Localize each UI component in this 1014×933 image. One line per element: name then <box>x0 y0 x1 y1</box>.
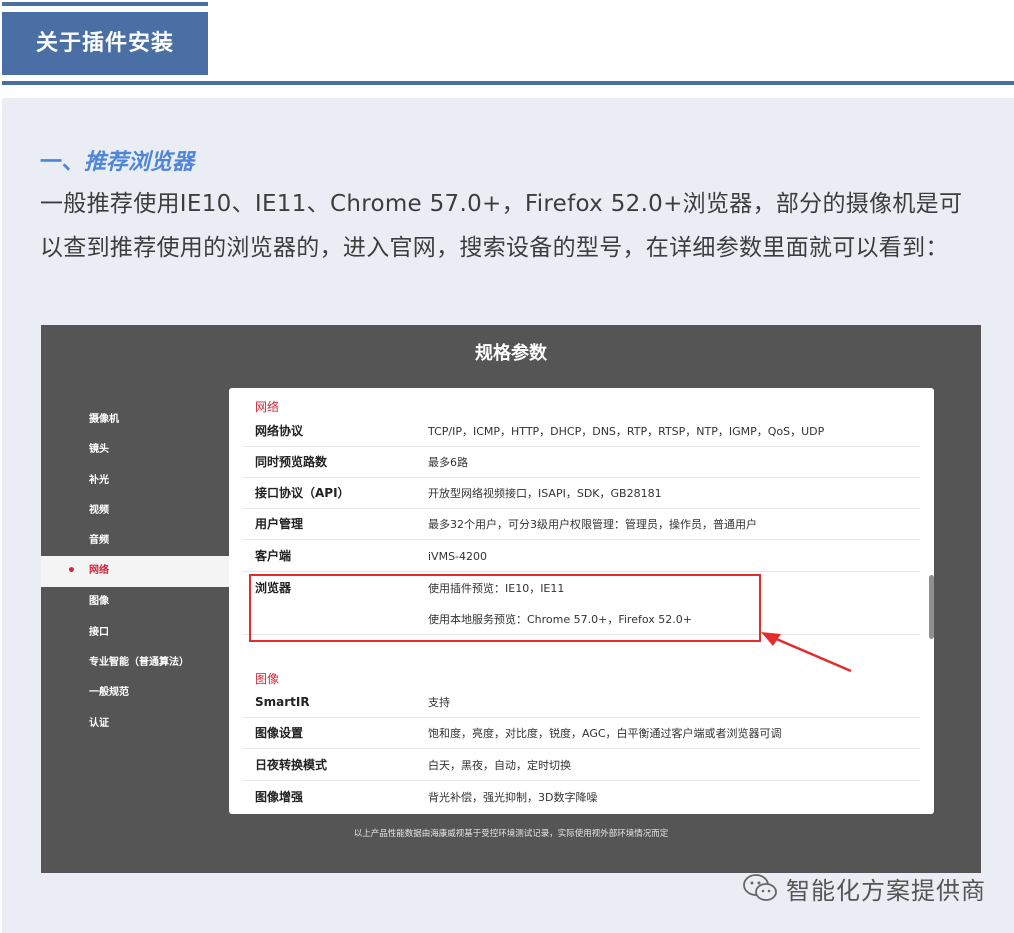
sidebar-item-video[interactable]: 视频 <box>41 496 229 526</box>
spec-key: 图像增强 <box>255 790 304 804</box>
sidebar-item-label: 补光 <box>89 474 109 486</box>
sidebar-item-label: 视频 <box>89 504 109 516</box>
sidebar-item-image[interactable]: 图像 <box>41 587 229 617</box>
sidebar-item-label: 一般规范 <box>89 687 129 699</box>
spec-row: 网络协议 TCP/IP，ICMP，HTTP，DHCP，DNS，RTP，RTSP，… <box>243 416 920 447</box>
sidebar-item-label: 接口 <box>89 626 109 638</box>
section-paragraph: 一般推荐使用IE10、IE11、Chrome 57.0+，Firefox 52.… <box>40 191 963 261</box>
group-title-network: 网络 <box>255 400 280 414</box>
sidebar-item-label: 网络 <box>89 565 109 577</box>
spec-screenshot: 规格参数 摄像机 镜头 补光 视频 音频 • 网络 图像 接口 专业智能（普通算法… <box>41 325 981 873</box>
spec-value: 开放型网络视频接口，ISAPI，SDK，GB28181 <box>428 487 662 500</box>
spec-value: 饱和度，亮度，对比度，锐度，AGC，白平衡通过客户端或者浏览器可调 <box>428 727 782 740</box>
spec-key: 同时预览路数 <box>255 455 328 469</box>
spec-key: 用户管理 <box>255 517 304 531</box>
sidebar-item-label: 认证 <box>89 717 109 729</box>
spec-row: 同时预览路数 最多6路 <box>243 447 920 478</box>
header-title: 关于插件安装 <box>35 31 174 56</box>
spec-key: SmartIR <box>255 695 310 709</box>
sidebar-item-smart[interactable]: 专业智能（普通算法） <box>41 648 229 678</box>
annotation-arrow-icon <box>761 632 852 673</box>
sidebar-item-label: 镜头 <box>89 444 109 456</box>
highlight-box <box>249 574 761 642</box>
spec-footnote: 以上产品性能数据由海康威视基于受控环境测试记录，实际使用视外部环境情况而定 <box>353 829 669 839</box>
sidebar-item-label: 专业智能（普通算法） <box>89 657 189 669</box>
spec-row: 客户端 iVMS-4200 <box>243 541 920 572</box>
spec-key: 日夜转换模式 <box>255 758 328 772</box>
spec-row: 日夜转换模式 白天，黑夜，自动，定时切换 <box>243 750 920 781</box>
sidebar-item-label: 音频 <box>89 535 109 547</box>
spec-value: 背光补偿，强光抑制，3D数字降噪 <box>428 791 598 804</box>
watermark: 智能化方案提供商 <box>742 868 986 908</box>
spec-row: 图像设置 饱和度，亮度，对比度，锐度，AGC，白平衡通过客户端或者浏览器可调 <box>243 718 920 749</box>
spec-row: 图像增强 背光补偿，强光抑制，3D数字降噪 <box>243 782 920 813</box>
section-heading: 一、推荐浏览器 <box>40 144 194 176</box>
spec-key: 接口协议（API） <box>255 486 350 500</box>
spec-value: iVMS-4200 <box>428 550 488 563</box>
section-heading-text: 推荐浏览器 <box>84 150 195 175</box>
spec-key: 网络协议 <box>255 424 304 438</box>
spec-value: TCP/IP，ICMP，HTTP，DHCP，DNS，RTP，RTSP，NTP，I… <box>428 425 825 438</box>
wechat-icon <box>743 874 777 901</box>
sidebar-item-lens[interactable]: 镜头 <box>41 435 229 465</box>
spec-key: 图像设置 <box>255 726 304 740</box>
sidebar-item-audio[interactable]: 音频 <box>41 526 229 556</box>
spec-key: 客户端 <box>255 549 292 563</box>
active-dot-icon: • <box>67 563 76 580</box>
header-top-line <box>2 2 208 6</box>
spec-scrollbar[interactable] <box>929 575 934 639</box>
content-panel: 一、推荐浏览器 一般推荐使用IE10、IE11、Chrome 57.0+，Fir… <box>2 98 1014 933</box>
header-divider <box>2 81 1014 85</box>
spec-row: SmartIR 支持 <box>243 687 920 718</box>
section-heading-number: 一、 <box>40 150 85 175</box>
spec-row: 接口协议（API） 开放型网络视频接口，ISAPI，SDK，GB28181 <box>243 478 920 509</box>
header-banner: 关于插件安装 <box>2 12 208 75</box>
spec-value: 支持 <box>428 696 450 709</box>
sidebar-item-illumination[interactable]: 补光 <box>41 466 229 496</box>
sidebar-item-certification[interactable]: 认证 <box>41 709 229 739</box>
sidebar-item-label: 图像 <box>89 596 109 608</box>
spec-row: 用户管理 最多32个用户，可分3级用户权限管理：管理员，操作员，普通用户 <box>243 509 920 540</box>
spec-sidebar: 摄像机 镜头 补光 视频 音频 • 网络 图像 接口 专业智能（普通算法） 一般规… <box>41 405 229 739</box>
sidebar-item-camera[interactable]: 摄像机 <box>41 405 229 435</box>
sidebar-item-interface[interactable]: 接口 <box>41 618 229 648</box>
sidebar-item-label: 摄像机 <box>89 414 119 425</box>
spec-value: 最多6路 <box>428 456 468 469</box>
watermark-text: 智能化方案提供商 <box>786 876 986 905</box>
group-title-image: 图像 <box>255 672 280 686</box>
spec-value: 最多32个用户，可分3级用户权限管理：管理员，操作员，普通用户 <box>428 518 757 531</box>
sidebar-item-network[interactable]: • 网络 <box>41 556 229 588</box>
spec-title: 规格参数 <box>475 343 547 364</box>
sidebar-item-general[interactable]: 一般规范 <box>41 678 229 708</box>
spec-value: 白天，黑夜，自动，定时切换 <box>428 759 571 772</box>
